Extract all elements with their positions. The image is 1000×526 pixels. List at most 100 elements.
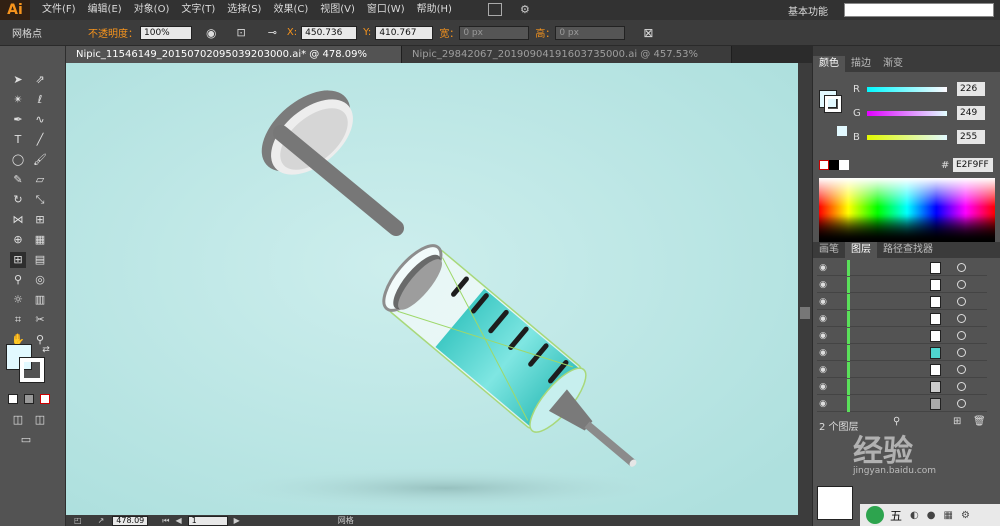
column-graph-tool-icon[interactable]: ▥	[32, 292, 48, 308]
tab-document-1[interactable]: Nipic_11546149_20150702095039203000.ai* …	[66, 46, 402, 77]
layer-row[interactable]: ◉	[817, 310, 987, 327]
width-field[interactable]: 0 px	[459, 25, 530, 40]
target-circle-icon[interactable]	[957, 263, 966, 272]
ime-logo-icon[interactable]	[866, 506, 884, 524]
tab-gradient[interactable]: 渐变	[877, 56, 909, 72]
artboard-tool-icon[interactable]: ⌗	[10, 312, 26, 328]
blend-tool-icon[interactable]: ◎	[32, 272, 48, 288]
layer-row[interactable]: ◉	[817, 344, 987, 361]
red-value-field[interactable]: 226	[957, 82, 985, 96]
target-circle-icon[interactable]	[957, 314, 966, 323]
target-circle-icon[interactable]	[957, 280, 966, 289]
layer-row[interactable]: ◉	[817, 395, 987, 412]
perspective-grid-tool-icon[interactable]: ▦	[32, 232, 48, 248]
visibility-eye-icon[interactable]: ◉	[817, 297, 829, 307]
eraser-tool-icon[interactable]: ▱	[32, 172, 48, 188]
green-value-field[interactable]: 249	[957, 106, 985, 120]
height-field[interactable]: 0 px	[555, 25, 626, 40]
visibility-eye-icon[interactable]: ◉	[817, 348, 829, 358]
target-circle-icon[interactable]	[957, 331, 966, 340]
menu-item-object[interactable]: 对象(O)	[128, 0, 176, 20]
layer-row[interactable]: ◉	[817, 293, 987, 310]
zoom-level-field[interactable]: 478.09	[112, 515, 149, 526]
direct-selection-tool-icon[interactable]: ⇗	[32, 72, 48, 88]
artboard-number-field[interactable]: 1	[187, 515, 228, 526]
anchor-convert-icon[interactable]: ⊸	[268, 26, 277, 39]
target-circle-icon[interactable]	[957, 365, 966, 374]
scale-tool-icon[interactable]: ⤡	[32, 192, 48, 208]
curvature-tool-icon[interactable]: ∿	[32, 112, 48, 128]
tab-stroke[interactable]: 描边	[845, 56, 877, 72]
menu-item-effect[interactable]: 效果(C)	[267, 0, 314, 20]
paintbrush-tool-icon[interactable]: 🖌	[32, 152, 48, 168]
layer-row[interactable]: ◉	[817, 378, 987, 395]
free-transform-tool-icon[interactable]: ⊞	[32, 212, 48, 228]
slice-tool-icon[interactable]: ✂	[32, 312, 48, 328]
x-coordinate-field[interactable]: 450.736	[301, 25, 358, 40]
menu-item-type[interactable]: 文字(T)	[175, 0, 221, 20]
layer-row[interactable]: ◉	[817, 327, 987, 344]
white-swatch[interactable]	[839, 160, 849, 170]
blue-value-field[interactable]: 255	[957, 130, 985, 144]
recolor-icon[interactable]: ◉	[206, 26, 216, 40]
type-tool-icon[interactable]: T	[10, 132, 26, 148]
pen-tool-icon[interactable]: ✒	[10, 112, 26, 128]
blue-slider[interactable]	[867, 134, 947, 140]
zoom-out-icon[interactable]: ◰	[74, 516, 82, 525]
visibility-eye-icon[interactable]: ◉	[817, 399, 829, 409]
tab-layers[interactable]: 图层	[845, 242, 877, 258]
visibility-eye-icon[interactable]: ◉	[817, 382, 829, 392]
pencil-tool-icon[interactable]: ✎	[10, 172, 26, 188]
zoom-icon[interactable]: ↗	[98, 516, 105, 525]
stroke-swatch[interactable]	[19, 357, 45, 383]
menu-item-help[interactable]: 帮助(H)	[411, 0, 458, 20]
gradient-tool-icon[interactable]: ▤	[32, 252, 48, 268]
ime-punctuation-icon[interactable]: ◐	[910, 510, 919, 521]
ellipse-tool-icon[interactable]: ◯	[10, 152, 26, 168]
menu-item-window[interactable]: 窗口(W)	[361, 0, 411, 20]
none-mode-icon[interactable]	[40, 394, 50, 404]
workspace-switcher[interactable]: 基本功能	[788, 3, 828, 18]
navigator-thumbnail[interactable]	[817, 486, 853, 520]
layer-row[interactable]: ◉	[817, 276, 987, 293]
rotate-tool-icon[interactable]: ↻	[10, 192, 26, 208]
target-circle-icon[interactable]	[957, 348, 966, 357]
artboard-canvas[interactable]	[66, 63, 798, 515]
y-coordinate-field[interactable]: 410.767	[375, 25, 434, 40]
visibility-eye-icon[interactable]: ◉	[817, 280, 829, 290]
visibility-eye-icon[interactable]: ◉	[817, 331, 829, 341]
visibility-eye-icon[interactable]: ◉	[817, 365, 829, 375]
black-swatch[interactable]	[829, 160, 839, 170]
transform-reference-icon[interactable]: ⊡	[236, 26, 245, 39]
eyedropper-tool-icon[interactable]: ⚲	[10, 272, 26, 288]
layer-row[interactable]: ◉	[817, 259, 987, 276]
red-slider[interactable]	[867, 86, 947, 92]
next-artboard-icon[interactable]: ▶	[234, 516, 240, 525]
color-panel-stroke-swatch[interactable]	[824, 95, 842, 113]
none-color-swatch[interactable]	[819, 160, 829, 170]
menu-item-view[interactable]: 视图(V)	[314, 0, 361, 20]
opacity-label[interactable]: 不透明度：	[88, 25, 138, 40]
tab-color[interactable]: 颜色	[813, 56, 845, 72]
mesh-tool-icon[interactable]: ⊞	[10, 252, 26, 268]
delete-layer-icon[interactable]: 🗑	[973, 416, 986, 427]
menu-item-edit[interactable]: 编辑(E)	[82, 0, 128, 20]
vertical-scroll-thumb[interactable]	[800, 307, 810, 319]
isolate-icon[interactable]: ⊠	[643, 26, 653, 40]
opacity-field[interactable]: 100%	[140, 25, 192, 40]
ime-mic-icon[interactable]: ●	[927, 510, 936, 521]
menu-item-select[interactable]: 选择(S)	[221, 0, 267, 20]
out-of-gamut-swatch[interactable]	[837, 126, 847, 136]
screen-mode-icon[interactable]: ▭	[18, 432, 34, 448]
ime-skin-icon[interactable]: ⚙	[961, 510, 970, 521]
shape-builder-tool-icon[interactable]: ⊕	[10, 232, 26, 248]
magic-wand-tool-icon[interactable]: ✴	[10, 92, 26, 108]
swap-fill-stroke-icon[interactable]: ⇄	[38, 342, 54, 358]
ime-mode-label[interactable]: 五	[890, 507, 902, 524]
arrange-documents-icon[interactable]	[488, 3, 502, 16]
ime-keyboard-icon[interactable]: ▦	[943, 510, 952, 521]
visibility-eye-icon[interactable]: ◉	[817, 314, 829, 324]
first-artboard-icon[interactable]: ⏮	[162, 516, 169, 526]
gradient-mode-icon[interactable]	[24, 394, 34, 404]
lasso-tool-icon[interactable]: ℓ	[32, 92, 48, 108]
